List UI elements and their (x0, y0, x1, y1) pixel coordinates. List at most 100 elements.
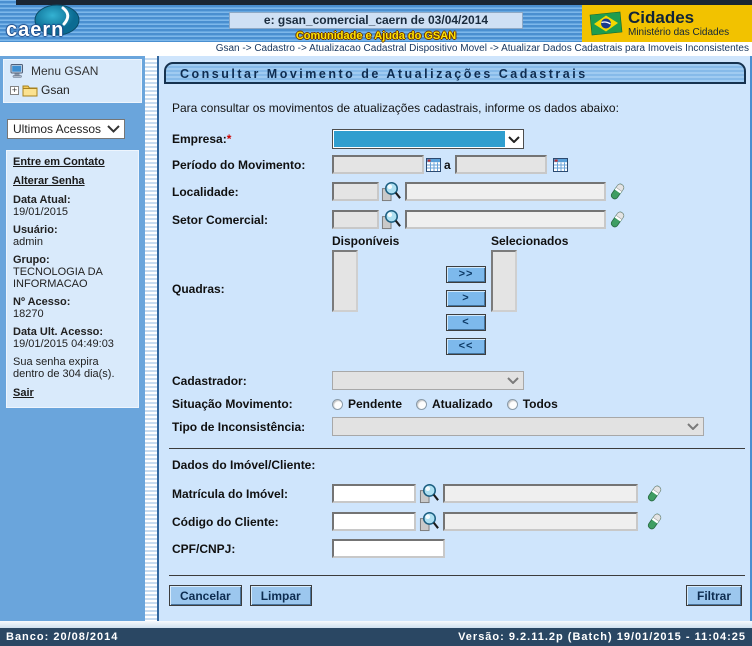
radio-atualizado[interactable]: Atualizado (416, 397, 493, 411)
move-all-right-button[interactable]: >> (446, 266, 486, 283)
chevron-down-icon (687, 423, 699, 430)
search-icon[interactable] (419, 483, 440, 504)
setor-nome-input[interactable] (405, 210, 606, 229)
search-icon[interactable] (381, 209, 402, 230)
main-content: Consultar Movimento de Atualizações Cada… (157, 56, 752, 621)
setor-codigo-input[interactable] (332, 210, 379, 229)
codigo-cliente-nome-input[interactable] (443, 512, 638, 531)
tipo-inconsistencia-label: Tipo de Inconsistência: (172, 420, 332, 434)
limpar-button[interactable]: Limpar (250, 585, 312, 606)
search-icon[interactable] (419, 511, 440, 532)
divider-strip (145, 56, 157, 621)
user-info-panel: Entre em Contato Alterar Senha Data Atua… (6, 150, 139, 408)
empresa-selected-option (334, 131, 505, 147)
data-atual-value: 19/01/2015 (13, 206, 132, 218)
radio-button-icon[interactable] (332, 399, 343, 410)
actions-divider (169, 575, 745, 576)
eraser-icon[interactable] (609, 210, 626, 229)
quadras-available-list[interactable] (332, 250, 358, 312)
cadastrador-label: Cadastrador: (172, 374, 332, 388)
grupo-label: Grupo: (13, 254, 132, 266)
cpf-cnpj-input[interactable] (332, 539, 445, 558)
codigo-cliente-input[interactable] (332, 512, 416, 531)
eraser-icon[interactable] (646, 512, 663, 531)
move-all-left-button[interactable]: << (446, 338, 486, 355)
matricula-imovel-label: Matrícula do Imóvel: (172, 487, 332, 501)
localidade-codigo-input[interactable] (332, 182, 379, 201)
radio-button-icon[interactable] (507, 399, 518, 410)
transfer-buttons: >> > < << (446, 266, 486, 355)
instruction-text: Para consultar os movimentos de atualiza… (172, 101, 750, 115)
quadras-selected-list[interactable] (491, 250, 517, 312)
menu-gsan-header: Menu GSAN (10, 64, 137, 78)
dados-imovel-cliente-label: Dados do Imóvel/Cliente: (172, 458, 750, 472)
cpf-cnpj-label: CPF/CNPJ: (172, 542, 332, 556)
cancelar-button[interactable]: Cancelar (169, 585, 242, 606)
data-ult-acesso-label: Data Ult. Acesso: (13, 326, 132, 338)
situacao-radio-group: Pendente Atualizado Todos (332, 397, 558, 411)
usuario-value: admin (13, 236, 132, 248)
sair-link[interactable]: Sair (13, 387, 132, 399)
banco-status: Banco: 20/08/2014 (6, 631, 118, 643)
computer-icon (10, 64, 25, 78)
brand-title: Cidades (628, 9, 729, 27)
n-acesso-value: 18270 (13, 308, 132, 320)
selecionados-label: Selecionados (491, 234, 517, 248)
cadastrador-select[interactable] (332, 371, 524, 390)
caern-logo: caern (4, 1, 124, 42)
n-acesso-label: Nº Acesso: (13, 296, 132, 308)
empresa-select[interactable] (332, 129, 524, 149)
codigo-cliente-label: Código do Cliente: (172, 515, 332, 529)
matricula-input[interactable] (332, 484, 416, 503)
quadras-label: Quadras: (172, 234, 332, 355)
brand-subtitle: Ministério das Cidades (628, 27, 729, 38)
expand-icon[interactable]: + (10, 86, 19, 95)
move-left-button[interactable]: < (446, 314, 486, 331)
folder-icon (22, 84, 38, 97)
breadcrumb: Gsan -> Cadastro -> Atualizacao Cadastra… (0, 42, 752, 56)
radio-button-icon[interactable] (416, 399, 427, 410)
chevron-down-icon (507, 377, 519, 384)
eraser-icon[interactable] (646, 484, 663, 503)
periodo-inicio-input[interactable] (332, 155, 424, 174)
gsan-help-link[interactable]: Comunidade e Ajuda do GSAN (296, 30, 456, 42)
radio-todos[interactable]: Todos (507, 397, 558, 411)
gsan-page: caern e: gsan_comercial_caern de 03/04/2… (0, 0, 752, 646)
brazil-flag-icon (588, 11, 624, 37)
cidades-text: Cidades Ministério das Cidades (628, 9, 729, 38)
data-ult-acesso-value: 19/01/2015 04:49:03 (13, 338, 132, 350)
tree-item-gsan-label: Gsan (41, 83, 70, 97)
senha-expira-text: Sua senha expira dentro de 304 dia(s). (13, 356, 132, 380)
required-mark: * (227, 132, 232, 146)
page-title: Consultar Movimento de Atualizações Cada… (164, 62, 746, 84)
tipo-inconsistencia-select[interactable] (332, 417, 704, 436)
filtrar-button[interactable]: Filtrar (686, 585, 742, 606)
empresa-label: Empresa:* (172, 132, 332, 146)
search-icon[interactable] (381, 181, 402, 202)
entre-em-contato-link[interactable]: Entre em Contato (13, 156, 132, 168)
periodo-fim-input[interactable] (455, 155, 547, 174)
matricula-nome-input[interactable] (443, 484, 638, 503)
disponiveis-label: Disponíveis (332, 234, 358, 248)
usuario-label: Usuário: (13, 224, 132, 236)
sidebar: Menu GSAN + Gsan Ultimos Acessos (0, 56, 145, 621)
localidade-nome-input[interactable] (405, 182, 606, 201)
chevron-down-icon (107, 125, 120, 133)
tree-item-gsan[interactable]: + Gsan (10, 83, 137, 97)
alterar-senha-link[interactable]: Alterar Senha (13, 175, 132, 187)
ultimos-acessos-select[interactable]: Ultimos Acessos (7, 119, 125, 139)
caern-logo-text: caern (6, 19, 64, 42)
section-divider (169, 448, 745, 449)
calendar-icon[interactable] (553, 158, 568, 172)
setor-comercial-label: Setor Comercial: (172, 213, 332, 227)
grupo-value: TECNOLOGIA DA INFORMACAO (13, 266, 132, 290)
situacao-movimento-label: Situação Movimento: (172, 397, 332, 411)
calendar-icon[interactable] (426, 158, 441, 172)
status-bar: Banco: 20/08/2014 Versão: 9.2.11.2p (Bat… (0, 628, 752, 646)
versao-status: Versão: 9.2.11.2p (Batch) 19/01/2015 - 1… (458, 631, 746, 643)
move-right-button[interactable]: > (446, 290, 486, 307)
menu-gsan-box: Menu GSAN + Gsan (3, 59, 142, 103)
radio-pendente[interactable]: Pendente (332, 397, 402, 411)
environment-label: e: gsan_comercial_caern de 03/04/2014 (229, 12, 523, 29)
eraser-icon[interactable] (609, 182, 626, 201)
